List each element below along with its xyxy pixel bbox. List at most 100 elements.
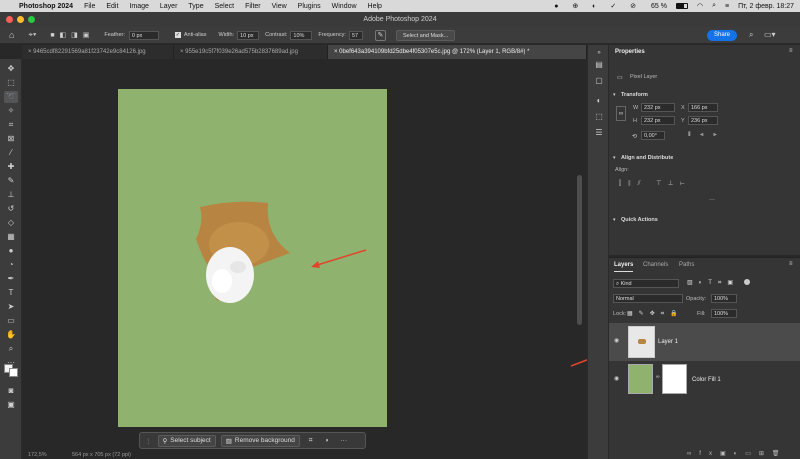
blur-tool-icon[interactable]: ●: [4, 245, 18, 257]
rectangle-tool-icon[interactable]: ▭: [4, 315, 18, 327]
zoom-level[interactable]: 172,5%: [28, 452, 47, 458]
filter-kind-select[interactable]: ⌕ Kind: [613, 279, 679, 288]
layer-row-color-fill-1[interactable]: ◉ ∞ Color Fill 1: [609, 361, 800, 399]
transform-section[interactable]: Transform: [621, 92, 648, 98]
battery-percent[interactable]: 65 %: [651, 3, 667, 10]
frequency-input[interactable]: 57: [348, 30, 363, 40]
comments-icon[interactable]: ▢: [592, 75, 606, 87]
battery-icon[interactable]: [676, 3, 688, 9]
height-field[interactable]: 232 px: [641, 116, 675, 125]
control-center-icon[interactable]: ≡: [725, 3, 729, 10]
feather-input[interactable]: 0 px: [128, 30, 159, 40]
quick-mask-icon[interactable]: ◙: [4, 385, 18, 397]
chevron-down-icon[interactable]: ▾: [613, 217, 616, 223]
wifi-icon[interactable]: ◠: [697, 2, 703, 10]
crop-tool-icon[interactable]: ⌗: [4, 119, 18, 131]
menu-type[interactable]: Type: [188, 3, 203, 10]
menu-filter[interactable]: Filter: [245, 3, 261, 10]
menu-help[interactable]: Help: [368, 3, 382, 10]
menu-edit[interactable]: Edit: [106, 3, 118, 10]
chevron-down-icon[interactable]: ▾: [613, 92, 616, 98]
zoom-tool-icon[interactable]: ⌕: [4, 343, 18, 355]
layer-row-layer-1[interactable]: ◉ Layer 1: [609, 323, 800, 361]
tab-document-1[interactable]: × 9465cdf82291569a81f23742e9c84126.jpg: [22, 45, 174, 59]
filter-toggle[interactable]: [744, 279, 750, 285]
visibility-eye-icon[interactable]: ◉: [614, 375, 619, 382]
link-icon[interactable]: ∞: [656, 374, 660, 380]
search-icon[interactable]: ⌕: [712, 2, 716, 10]
adjustments-icon[interactable]: ◐: [592, 95, 606, 107]
document-size[interactable]: 564 px x 705 px (72 ppi): [72, 452, 131, 458]
brush-tool-icon[interactable]: ✎: [4, 175, 18, 187]
layer-name[interactable]: Color Fill 1: [692, 377, 721, 383]
minimize-window-button[interactable]: [17, 16, 24, 23]
history-icon[interactable]: ▤: [592, 59, 606, 71]
clock[interactable]: Пт, 2 февр. 18:27: [738, 3, 794, 10]
pen-pressure-icon[interactable]: ✎: [374, 29, 386, 41]
dodge-tool-icon[interactable]: ◔: [4, 259, 18, 271]
flip-icons[interactable]: ⫴ ⫷ ⫸: [688, 132, 721, 139]
select-and-mask-button[interactable]: Select and Mask...: [395, 29, 456, 41]
transform-icon[interactable]: ⌗: [309, 437, 313, 445]
tab-channels[interactable]: Channels: [643, 258, 668, 272]
zoom-window-button[interactable]: [28, 16, 35, 23]
healing-brush-icon[interactable]: ✚: [4, 161, 18, 173]
path-selection-icon[interactable]: ➤: [4, 301, 18, 313]
align-icons[interactable]: ⫿⫾⫽ ⊤⊥⊢: [619, 180, 692, 188]
remove-background-button[interactable]: ▨ Remove background: [220, 434, 300, 447]
more-options-icon[interactable]: ···: [709, 197, 715, 203]
menu-app-name[interactable]: Photoshop 2024: [19, 3, 73, 10]
antialias-checkbox[interactable]: ✓: [174, 32, 181, 38]
move-tool-icon[interactable]: ✥: [4, 63, 18, 75]
blend-mode-select[interactable]: Normal: [613, 294, 683, 303]
menu-image[interactable]: Image: [129, 3, 148, 10]
tab-properties[interactable]: Properties: [615, 45, 645, 59]
layer-name[interactable]: Layer 1: [658, 339, 678, 345]
tab-document-3[interactable]: × 0bef643a394109bfd25dbe4f05307e5c.jpg @…: [328, 45, 587, 59]
gradient-tool-icon[interactable]: ▦: [4, 231, 18, 243]
selection-mode-icons[interactable]: ■◧◨▣: [50, 31, 94, 39]
home-icon[interactable]: ⌂: [9, 30, 14, 40]
eyedropper-icon[interactable]: ⁄: [4, 147, 18, 159]
width-field[interactable]: 232 px: [641, 103, 675, 112]
angle-field[interactable]: 0,00°: [641, 131, 665, 140]
width-input[interactable]: 10 px: [237, 30, 260, 40]
marquee-tool-icon[interactable]: ⬚: [4, 77, 18, 89]
close-window-button[interactable]: [6, 16, 13, 23]
share-button[interactable]: Share: [707, 30, 737, 41]
menu-plugins[interactable]: Plugins: [298, 3, 321, 10]
background-color-swatch[interactable]: [9, 368, 18, 377]
mask-icon[interactable]: ◑: [325, 437, 329, 444]
tab-document-2[interactable]: × 955e19c5f7f039e26ad575b2837689ad.jpg: [174, 45, 328, 59]
pen-tool-icon[interactable]: ✒: [4, 273, 18, 285]
frame-tool-icon[interactable]: ⊠: [4, 133, 18, 145]
y-field[interactable]: 236 px: [688, 116, 718, 125]
menu-window[interactable]: Window: [332, 3, 357, 10]
quick-actions-section[interactable]: Quick Actions: [621, 217, 658, 223]
libraries-icon[interactable]: ⬚: [592, 111, 606, 123]
link-icon[interactable]: ∞: [616, 106, 626, 121]
visibility-eye-icon[interactable]: ◉: [614, 337, 619, 344]
type-tool-icon[interactable]: T: [4, 287, 18, 299]
fill-field[interactable]: 100%: [711, 309, 737, 318]
collapse-panels-icon[interactable]: »: [592, 47, 606, 59]
chevron-down-icon[interactable]: ▾: [613, 155, 616, 161]
document-canvas[interactable]: [118, 89, 387, 427]
lasso-tool-icon[interactable]: ➰: [4, 91, 18, 103]
tab-layers[interactable]: Layers: [614, 258, 634, 272]
status-icons[interactable]: ● ⊕ ◐ ✓ ⊘: [554, 2, 642, 10]
tab-paths[interactable]: Paths: [679, 258, 694, 272]
panel-menu-icon[interactable]: ≡: [789, 48, 793, 54]
x-field[interactable]: 166 px: [688, 103, 718, 112]
color-fill-thumbnail[interactable]: [628, 364, 653, 394]
menu-layer[interactable]: Layer: [160, 3, 178, 10]
search-icon[interactable]: ⌕: [749, 30, 753, 40]
select-subject-button[interactable]: ⚲ Select subject: [157, 434, 216, 447]
opacity-field[interactable]: 100%: [711, 294, 737, 303]
more-options-icon[interactable]: ···: [340, 437, 347, 444]
sliders-icon[interactable]: ☰: [592, 127, 606, 139]
hand-tool-icon[interactable]: ✋: [4, 329, 18, 341]
filter-icons[interactable]: ▨◐T⌗▣: [687, 279, 739, 287]
screen-mode-icon[interactable]: ▣: [4, 399, 18, 411]
drag-handle-icon[interactable]: ⋮: [145, 437, 152, 445]
